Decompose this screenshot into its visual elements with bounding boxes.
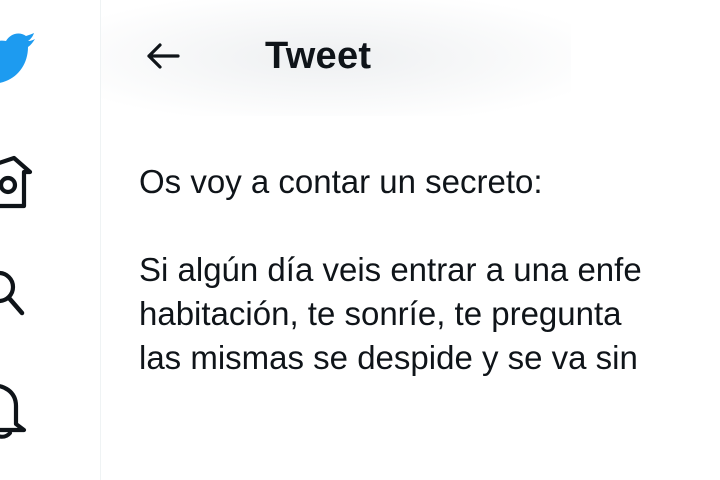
home-icon[interactable] (0, 154, 34, 212)
twitter-bird-icon[interactable] (0, 26, 36, 88)
tweet-line: Os voy a contar un secreto: (139, 163, 543, 200)
tweet-line: las mismas se despide y se va sin (139, 339, 638, 376)
page-title: Tweet (265, 35, 372, 77)
notifications-icon[interactable] (0, 378, 30, 440)
tweet-line: habitación, te sonríe, te pregunta (139, 295, 622, 332)
tweet-text: Os voy a contar un secreto: Si algún día… (139, 160, 720, 380)
sidebar-nav (0, 0, 101, 480)
page-header: Tweet (101, 0, 720, 116)
back-button[interactable] (141, 34, 185, 78)
search-icon[interactable] (0, 262, 28, 326)
arrow-left-icon (147, 43, 180, 69)
twitter-app: Tweet Os voy a contar un secreto: Si alg… (0, 0, 720, 480)
tweet-line: Si algún día veis entrar a una enfe (139, 251, 642, 288)
main-column: Tweet Os voy a contar un secreto: Si alg… (101, 0, 720, 480)
